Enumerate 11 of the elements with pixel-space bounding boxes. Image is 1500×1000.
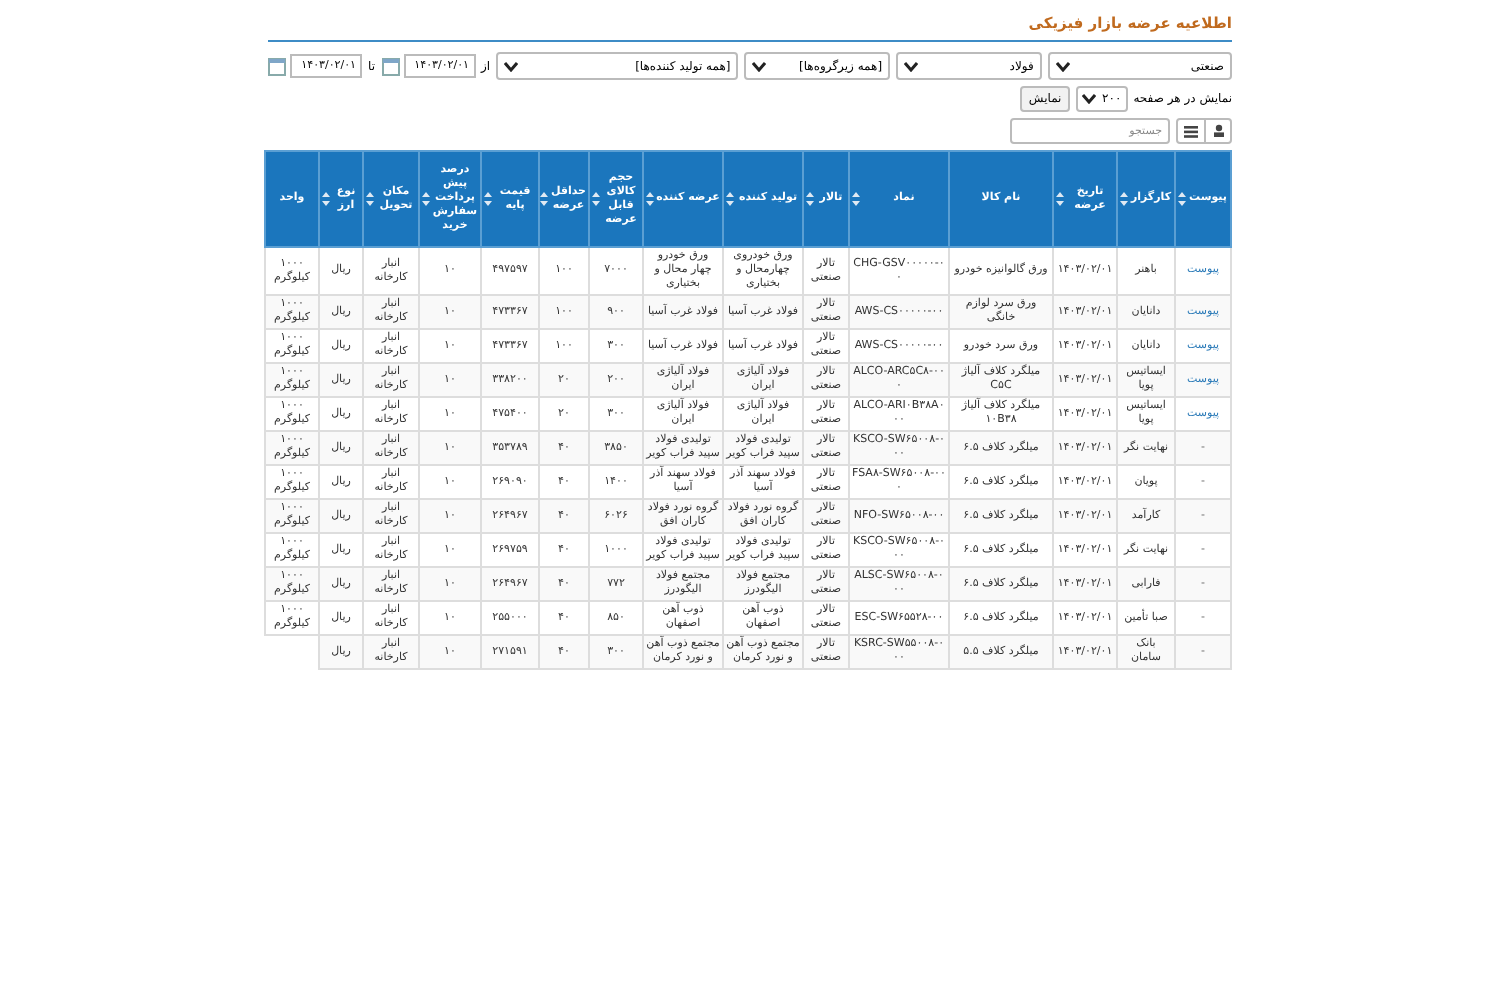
person-icon <box>1211 124 1225 139</box>
chevron-down-icon <box>1081 94 1096 105</box>
chevron-down-icon <box>904 61 919 72</box>
chevron-down-icon <box>1055 61 1070 72</box>
calendar-icon[interactable] <box>381 57 399 76</box>
export-button[interactable] <box>1204 120 1230 143</box>
calendar-icon[interactable] <box>268 57 286 76</box>
chevron-down-icon <box>752 61 767 72</box>
list-icon <box>1184 125 1198 138</box>
chevron-down-icon <box>504 61 519 72</box>
columns-button[interactable] <box>1178 120 1204 143</box>
